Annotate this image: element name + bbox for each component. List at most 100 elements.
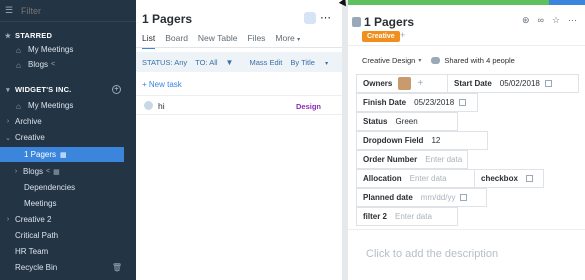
avatar[interactable]	[398, 77, 412, 90]
chevron-down-icon: ▾	[418, 58, 422, 64]
order-number-input[interactable]: Enter data	[425, 155, 462, 164]
finish-date-value[interactable]: 05/23/2018	[414, 98, 454, 107]
shared-with-label[interactable]: Shared with 4 people	[444, 56, 514, 65]
task-folder-tag: Design	[296, 102, 322, 111]
chevron-right-icon[interactable]: ›	[4, 216, 12, 223]
sidebar-item-label: Blogs	[23, 167, 44, 176]
chevron-right-icon[interactable]: ›	[12, 168, 20, 175]
folder-tag[interactable]: Creative	[362, 31, 400, 42]
workspace-label: WIDGET'S INC.	[15, 85, 72, 94]
planned-date-field[interactable]: Planned date mm/dd/yy	[356, 188, 487, 207]
star-icon: ★	[4, 32, 12, 40]
start-date-value[interactable]: 05/02/2018	[500, 79, 540, 88]
sidebar-item-label: 1 Pagers	[24, 150, 57, 159]
sidebar-item-label: Critical Path	[15, 231, 59, 240]
funnel-icon[interactable]: ▼	[226, 58, 234, 67]
task-list-pane: 1 Pagers ⋯ List Board New Table Files Mo…	[136, 0, 342, 280]
start-date-field[interactable]: Start Date 05/02/2018	[447, 74, 579, 93]
starred-section[interactable]: ★ STARRED	[0, 28, 136, 43]
chevron-down-icon: ▾	[325, 60, 329, 67]
share-icon	[431, 57, 441, 64]
share-icon: <	[51, 61, 56, 68]
status-value[interactable]: Green	[395, 117, 417, 126]
planned-date-label: Planned date	[363, 193, 413, 202]
mass-edit-button[interactable]: Mass Edit	[249, 58, 282, 67]
more-icon[interactable]: ⋯	[568, 15, 577, 26]
status-filter[interactable]: STATUS: Any	[142, 58, 187, 67]
add-tag-button[interactable]: +	[400, 30, 405, 40]
allocation-field[interactable]: Allocation Enter data	[356, 169, 480, 188]
allocation-input[interactable]: Enter data	[410, 174, 447, 183]
filter-bar: ☰	[0, 0, 136, 22]
chevron-down-icon: ▾	[297, 37, 301, 43]
sidebar-item-recycle-bin[interactable]: Recycle Bin 🗑	[0, 260, 136, 275]
new-task-button[interactable]: + New task	[142, 80, 182, 89]
rss-icon[interactable]: ⊛	[522, 15, 530, 26]
star-icon[interactable]: ☆	[552, 15, 560, 26]
order-number-field[interactable]: Order Number Enter data	[356, 150, 468, 169]
status-field[interactable]: Status Green	[356, 112, 458, 131]
detail-actions: ⊛ ∞ ☆ ⋯	[522, 15, 577, 26]
checkbox[interactable]	[525, 175, 533, 182]
sidebar-item-critical-path[interactable]: Critical Path	[0, 228, 136, 243]
task-name[interactable]: hi	[158, 101, 165, 111]
dropdown-value[interactable]: 12	[431, 136, 440, 145]
sidebar-item-starred-blogs[interactable]: ⌂ Blogs <	[0, 57, 136, 72]
allocation-label: Allocation	[363, 174, 402, 183]
filter-2-field[interactable]: filter 2 Enter data	[356, 207, 458, 226]
sidebar-item-label: Dependencies	[24, 183, 76, 192]
owners-field[interactable]: Owners +	[356, 74, 448, 93]
sidebar-item-label: My Meetings	[28, 101, 74, 110]
more-icon[interactable]: ⋯	[320, 11, 331, 24]
calendar-icon[interactable]	[460, 194, 468, 201]
chevron-down-icon: ▾	[6, 86, 10, 94]
chevron-down-icon[interactable]: ⌄	[4, 134, 12, 142]
detail-title-text[interactable]: 1 Pagers	[364, 15, 414, 29]
dropdown-field[interactable]: Dropdown Field 12	[356, 131, 488, 150]
sidebar-item-meetings[interactable]: Meetings	[0, 196, 136, 211]
filter-bar: STATUS: Any TO: All ▼ Mass Edit By Title…	[136, 52, 342, 72]
calendar-icon[interactable]	[304, 12, 316, 24]
add-folder-icon[interactable]: +	[112, 85, 121, 94]
checkbox-field[interactable]: checkbox	[474, 169, 544, 188]
task-row[interactable]: hi Design	[136, 95, 342, 115]
finish-date-field[interactable]: Finish Date 05/23/2018	[356, 93, 478, 112]
sidebar-item-archive[interactable]: › Archive	[0, 114, 136, 129]
detail-pane: 1 Pagers ⊛ ∞ ☆ ⋯ Creative + Creative Des…	[348, 0, 585, 280]
description-placeholder[interactable]: Click to add the description	[366, 248, 498, 260]
calendar-icon[interactable]	[544, 80, 552, 87]
planned-date-input[interactable]: mm/dd/yy	[421, 193, 456, 202]
workspace-section[interactable]: ▾ WIDGET'S INC. +	[0, 82, 136, 97]
add-owner-icon[interactable]: +	[417, 78, 423, 89]
folder-icon: ⌂	[16, 102, 21, 111]
sidebar-item-label: Creative	[15, 133, 45, 142]
order-number-label: Order Number	[363, 155, 418, 164]
sidebar-item-creative[interactable]: ⌄ Creative	[0, 130, 136, 145]
calendar-icon[interactable]	[459, 99, 467, 106]
link-icon[interactable]: ∞	[538, 15, 544, 26]
folder-icon	[352, 17, 361, 27]
sort-dropdown[interactable]: By Title ▾	[290, 58, 336, 67]
finish-date-label: Finish Date	[363, 98, 407, 107]
filter-2-label: filter 2	[363, 212, 388, 221]
description-divider	[348, 229, 585, 230]
tab-more-label: More	[275, 33, 295, 43]
assignee-filter[interactable]: TO: All	[195, 58, 217, 67]
sidebar-item-hr-team[interactable]: HR Team	[0, 244, 136, 259]
workspace-dropdown[interactable]: Creative Design	[362, 56, 415, 65]
folder-icon: ⌂	[16, 61, 21, 70]
sidebar-item-my-meetings[interactable]: ⌂ My Meetings	[0, 98, 136, 113]
sidebar-item-1-pagers[interactable]: 1 Pagers ▦	[0, 147, 124, 162]
filter-2-input[interactable]: Enter data	[395, 212, 432, 221]
sidebar-item-blogs[interactable]: › Blogs < ▦	[0, 164, 136, 179]
sidebar-item-creative-2[interactable]: › Creative 2	[0, 212, 136, 227]
folder-icon: ⌂	[16, 46, 21, 55]
filter-input[interactable]	[21, 5, 121, 16]
sidebar-item-label: HR Team	[15, 247, 49, 256]
task-status-icon[interactable]	[144, 101, 153, 110]
trash-icon[interactable]: 🗑	[112, 263, 122, 272]
sidebar-item-label: Archive	[15, 117, 42, 126]
chevron-right-icon[interactable]: ›	[4, 118, 12, 125]
sidebar-item-dependencies[interactable]: Dependencies	[0, 180, 136, 195]
sidebar-item-starred-my-meetings[interactable]: ⌂ My Meetings	[0, 42, 136, 57]
